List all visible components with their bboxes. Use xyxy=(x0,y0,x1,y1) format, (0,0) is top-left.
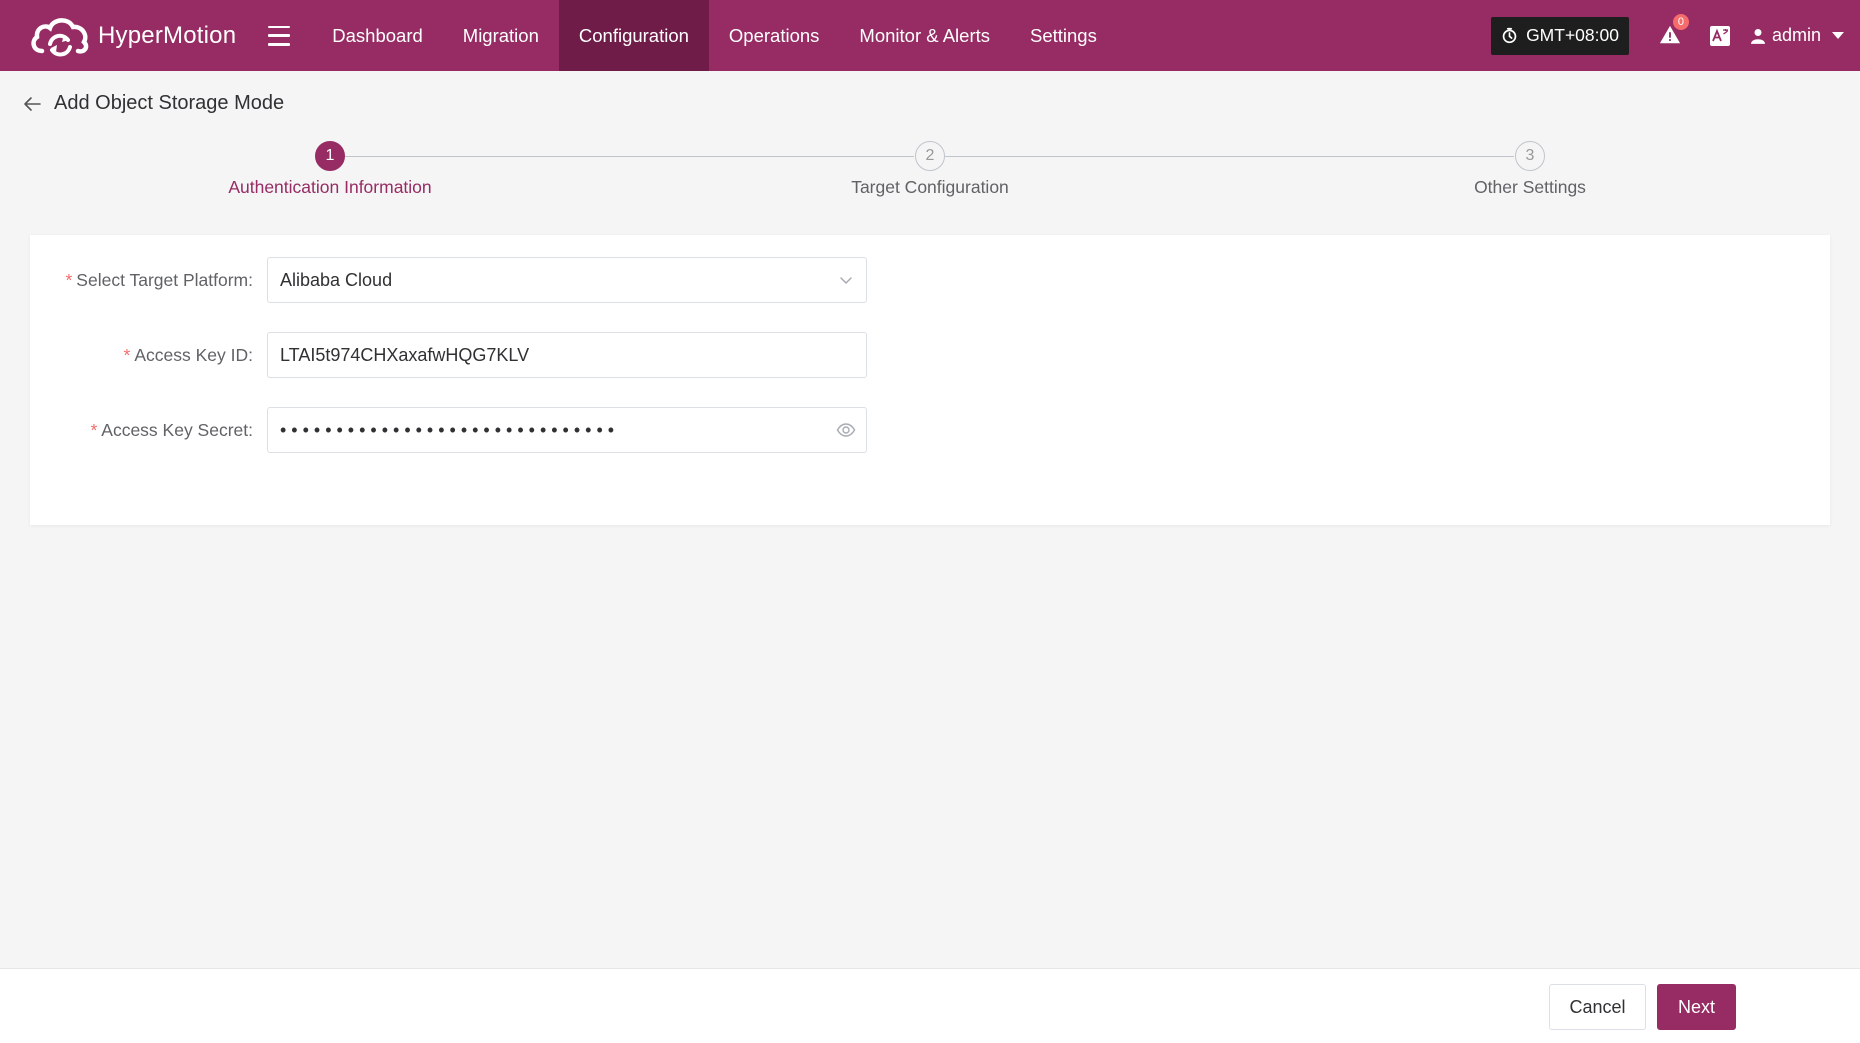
eye-icon[interactable] xyxy=(836,420,856,440)
step-label: Authentication Information xyxy=(228,177,432,197)
main-nav: Dashboard Migration Configuration Operat… xyxy=(312,0,1117,71)
platform-select[interactable]: Alibaba Cloud xyxy=(267,257,867,303)
app-name: HyperMotion xyxy=(98,21,237,49)
nav-item-migration[interactable]: Migration xyxy=(443,0,559,71)
cancel-button[interactable]: Cancel xyxy=(1549,984,1646,1030)
footer-bar: Cancel Next xyxy=(0,968,1860,1043)
access-key-id-field[interactable] xyxy=(267,332,867,378)
access-key-secret-masked[interactable]: •••••••••••••••••••••••••••••• xyxy=(280,420,619,441)
page-header: Add Object Storage Mode xyxy=(22,92,284,115)
access-key-secret-row: * Access Key Secret: ••••••••••••••••••••… xyxy=(30,407,1830,453)
access-key-id-label: * Access Key ID: xyxy=(123,344,253,365)
cloud-sync-logo-icon xyxy=(31,17,89,56)
alert-count-badge: 0 xyxy=(1672,13,1689,30)
page-title: Add Object Storage Mode xyxy=(54,92,285,114)
form-card: * Select Target Platform: Alibaba Cloud *… xyxy=(30,235,1830,525)
platform-label: * Select Target Platform: xyxy=(65,269,253,290)
step-other-settings: 3 Other Settings xyxy=(1380,140,1680,198)
nav-item-settings[interactable]: Settings xyxy=(1010,0,1117,71)
user-menu[interactable]: admin xyxy=(1750,25,1844,46)
caret-down-icon xyxy=(1832,32,1844,39)
access-key-id-row: * Access Key ID: xyxy=(30,332,1830,378)
nav-item-dashboard[interactable]: Dashboard xyxy=(312,0,443,71)
step-number: 2 xyxy=(915,141,945,171)
platform-row: * Select Target Platform: Alibaba Cloud xyxy=(30,257,1830,303)
nav-item-operations[interactable]: Operations xyxy=(709,0,840,71)
required-mark: * xyxy=(90,419,98,440)
step-number: 3 xyxy=(1515,141,1545,171)
user-icon xyxy=(1750,28,1765,44)
step-number: 1 xyxy=(315,141,345,171)
step-label: Other Settings xyxy=(1474,177,1586,197)
access-key-secret-field[interactable]: •••••••••••••••••••••••••••••• xyxy=(267,407,867,453)
required-mark: * xyxy=(65,269,73,290)
timezone-label: GMT+08:00 xyxy=(1526,25,1619,45)
timezone-button[interactable]: GMT+08:00 xyxy=(1491,16,1629,55)
header-actions: GMT+08:00 0 admin xyxy=(1491,0,1860,71)
access-key-secret-label: * Access Key Secret: xyxy=(90,419,253,440)
nav-item-configuration[interactable]: Configuration xyxy=(558,0,709,71)
required-mark: * xyxy=(123,344,131,365)
next-button[interactable]: Next xyxy=(1657,984,1736,1030)
username: admin xyxy=(1771,25,1821,45)
platform-selected-value: Alibaba Cloud xyxy=(280,269,393,290)
step-authentication: 1 Authentication Information xyxy=(180,140,480,198)
step-label: Target Configuration xyxy=(851,177,1009,197)
app-logo[interactable]: HyperMotion xyxy=(28,0,236,71)
top-navigation-bar: HyperMotion Dashboard Migration Configur… xyxy=(0,0,1860,71)
chevron-down-icon xyxy=(840,277,852,284)
translate-icon[interactable] xyxy=(1709,25,1731,47)
clock-icon xyxy=(1502,27,1517,44)
access-key-id-input[interactable] xyxy=(280,333,854,377)
alerts-button[interactable]: 0 xyxy=(1659,13,1689,48)
hamburger-menu-icon[interactable] xyxy=(268,25,291,46)
step-target-configuration: 2 Target Configuration xyxy=(780,140,1080,198)
arrow-left-icon[interactable] xyxy=(22,94,42,114)
steps-indicator: 1 Authentication Information 2 Target Co… xyxy=(0,140,1860,200)
nav-item-monitor-alerts[interactable]: Monitor & Alerts xyxy=(839,0,1010,71)
